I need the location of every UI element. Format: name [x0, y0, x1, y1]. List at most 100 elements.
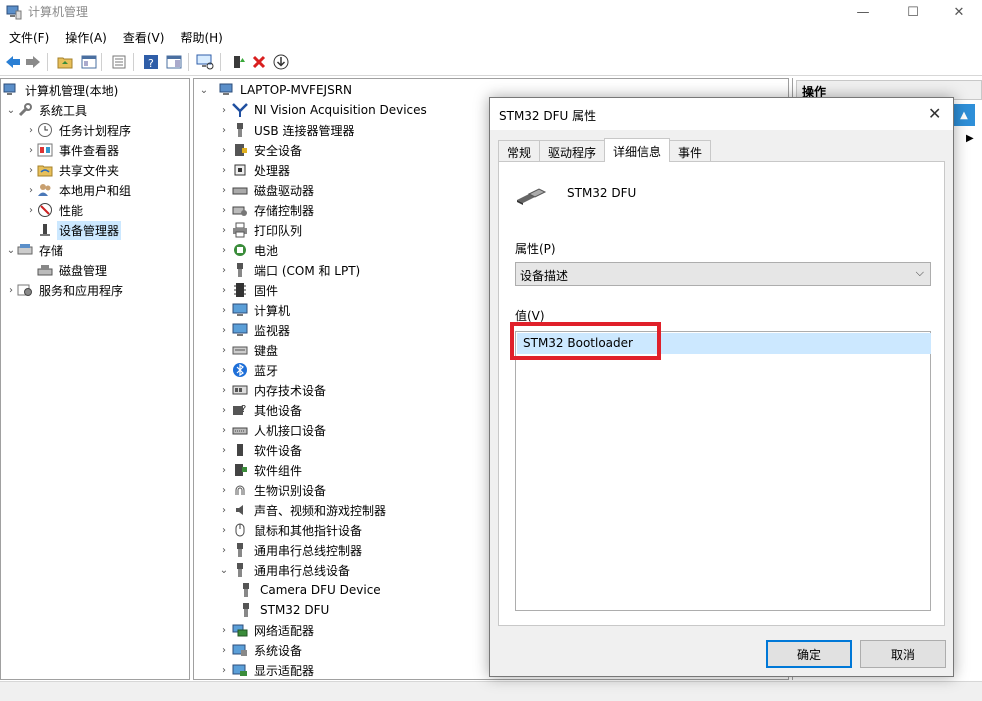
- tree-item-local-users[interactable]: › 本地用户和组: [25, 180, 133, 200]
- chevron-right-icon[interactable]: ›: [218, 425, 230, 436]
- tree-item-task-scheduler[interactable]: › 任务计划程序: [25, 120, 133, 140]
- chevron-right-icon[interactable]: ›: [5, 285, 17, 296]
- device-category-row[interactable]: › 软件组件: [218, 460, 304, 480]
- chevron-right-icon[interactable]: ›: [218, 525, 230, 536]
- chevron-right-icon[interactable]: ›: [218, 625, 230, 636]
- chevron-right-icon[interactable]: ›: [25, 125, 37, 136]
- chevron-right-icon[interactable]: ›: [218, 285, 230, 296]
- device-category-row[interactable]: › 固件: [218, 280, 280, 300]
- uninstall-icon[interactable]: [250, 53, 268, 71]
- chevron-right-icon[interactable]: ›: [218, 305, 230, 316]
- forward-arrow-icon[interactable]: [24, 53, 42, 71]
- chevron-right-icon[interactable]: ›: [218, 205, 230, 216]
- device-category-row[interactable]: › 蓝牙: [218, 360, 280, 380]
- show-tree-icon[interactable]: [80, 53, 98, 71]
- value-list[interactable]: STM32 Bootloader: [515, 331, 931, 611]
- chevron-right-icon[interactable]: ›: [218, 405, 230, 416]
- tree-item-storage[interactable]: ⌄ 存储: [5, 240, 65, 260]
- chevron-right-icon[interactable]: ›: [218, 545, 230, 556]
- close-button[interactable]: ✕: [936, 0, 982, 24]
- chevron-right-icon[interactable]: ›: [218, 245, 230, 256]
- value-list-item[interactable]: STM32 Bootloader: [517, 333, 931, 354]
- more-actions-arrow-icon[interactable]: ▶: [966, 133, 974, 144]
- tree-item-system-tools[interactable]: ⌄ 系统工具: [5, 100, 89, 120]
- chevron-down-icon[interactable]: ⌄: [5, 245, 17, 256]
- tab-events[interactable]: 事件: [669, 140, 712, 162]
- cancel-button[interactable]: 取消: [860, 640, 946, 668]
- device-category-row[interactable]: › 通用串行总线控制器: [218, 540, 364, 560]
- device-category-row[interactable]: › 打印队列: [218, 220, 304, 240]
- up-folder-icon[interactable]: [56, 53, 74, 71]
- tree-item-services[interactable]: › 服务和应用程序: [5, 280, 125, 300]
- chevron-right-icon[interactable]: ›: [25, 205, 37, 216]
- dialog-close-icon[interactable]: ✕: [928, 104, 941, 123]
- device-category-row[interactable]: › 人机接口设备: [218, 420, 328, 440]
- chevron-right-icon[interactable]: ›: [218, 265, 230, 276]
- tree-item-computer[interactable]: ⌄ LAPTOP-MVFEJSRN: [198, 80, 354, 100]
- chevron-down-icon[interactable]: ⌄: [218, 565, 230, 576]
- device-category-row[interactable]: › 计算机: [218, 300, 292, 320]
- menu-view[interactable]: 查看(V): [114, 26, 172, 48]
- property-select[interactable]: 设备描述 ⌵: [515, 262, 931, 286]
- device-category-row[interactable]: › 显示适配器: [218, 660, 316, 679]
- device-category-row[interactable]: › 存储控制器: [218, 200, 316, 220]
- maximize-button[interactable]: ☐: [890, 0, 936, 24]
- collapse-up-icon[interactable]: ▲: [953, 104, 975, 126]
- device-category-row[interactable]: ›? 其他设备: [218, 400, 304, 420]
- chevron-right-icon[interactable]: ›: [218, 505, 230, 516]
- chevron-down-icon[interactable]: ⌵: [916, 266, 924, 280]
- tab-general[interactable]: 常规: [498, 140, 541, 162]
- chevron-right-icon[interactable]: ›: [218, 185, 230, 196]
- chevron-right-icon[interactable]: ›: [218, 145, 230, 156]
- chevron-right-icon[interactable]: ›: [218, 385, 230, 396]
- action-pane-icon[interactable]: [165, 53, 183, 71]
- device-category-row[interactable]: STM32 DFU: [238, 600, 331, 620]
- chevron-right-icon[interactable]: ›: [218, 485, 230, 496]
- properties-icon[interactable]: [110, 53, 128, 71]
- tree-item-disk-management[interactable]: 磁盘管理: [37, 260, 109, 280]
- menu-help[interactable]: 帮助(H): [171, 26, 229, 48]
- tree-item-performance[interactable]: › 性能: [25, 200, 85, 220]
- chevron-right-icon[interactable]: ›: [218, 225, 230, 236]
- scan-hardware-icon[interactable]: [196, 53, 214, 71]
- chevron-right-icon[interactable]: ›: [218, 445, 230, 456]
- device-category-row[interactable]: › 软件设备: [218, 440, 304, 460]
- tree-item-shared-folders[interactable]: › 共享文件夹: [25, 160, 121, 180]
- menu-file[interactable]: 文件(F): [0, 26, 56, 48]
- chevron-right-icon[interactable]: ›: [25, 185, 37, 196]
- device-category-row[interactable]: ⌄ 通用串行总线设备: [218, 560, 352, 580]
- device-category-row[interactable]: Camera DFU Device: [238, 580, 383, 600]
- chevron-right-icon[interactable]: ›: [218, 165, 230, 176]
- device-category-row[interactable]: › 网络适配器: [218, 620, 316, 640]
- update-driver-icon[interactable]: [229, 53, 247, 71]
- chevron-right-icon[interactable]: ›: [218, 325, 230, 336]
- download-icon[interactable]: [272, 53, 290, 71]
- chevron-right-icon[interactable]: ›: [218, 665, 230, 676]
- device-category-row[interactable]: › 处理器: [218, 160, 292, 180]
- chevron-right-icon[interactable]: ›: [218, 125, 230, 136]
- chevron-right-icon[interactable]: ›: [218, 645, 230, 656]
- minimize-button[interactable]: —: [840, 0, 886, 24]
- device-category-row[interactable]: › 系统设备: [218, 640, 304, 660]
- chevron-down-icon[interactable]: ⌄: [5, 105, 17, 116]
- device-category-row[interactable]: › 生物识别设备: [218, 480, 328, 500]
- device-category-row[interactable]: › 键盘: [218, 340, 280, 360]
- chevron-down-icon[interactable]: ⌄: [198, 85, 210, 96]
- chevron-right-icon[interactable]: ›: [218, 365, 230, 376]
- device-category-row[interactable]: › 磁盘驱动器: [218, 180, 316, 200]
- device-category-row[interactable]: › 内存技术设备: [218, 380, 328, 400]
- tree-item-root[interactable]: 计算机管理(本地): [3, 80, 120, 100]
- device-category-row[interactable]: › 电池: [218, 240, 280, 260]
- ok-button[interactable]: 确定: [766, 640, 852, 668]
- device-category-row[interactable]: › 监视器: [218, 320, 292, 340]
- chevron-right-icon[interactable]: ›: [218, 465, 230, 476]
- device-category-row[interactable]: › 鼠标和其他指针设备: [218, 520, 364, 540]
- device-category-row[interactable]: › 声音、视频和游戏控制器: [218, 500, 388, 520]
- tree-item-event-viewer[interactable]: › 事件查看器: [25, 140, 121, 160]
- tree-item-device-manager[interactable]: 设备管理器: [37, 220, 122, 240]
- chevron-right-icon[interactable]: ›: [218, 345, 230, 356]
- help-icon[interactable]: ?: [142, 53, 160, 71]
- back-arrow-icon[interactable]: [4, 53, 22, 71]
- tab-driver[interactable]: 驱动程序: [539, 140, 606, 162]
- chevron-right-icon[interactable]: ›: [25, 145, 37, 156]
